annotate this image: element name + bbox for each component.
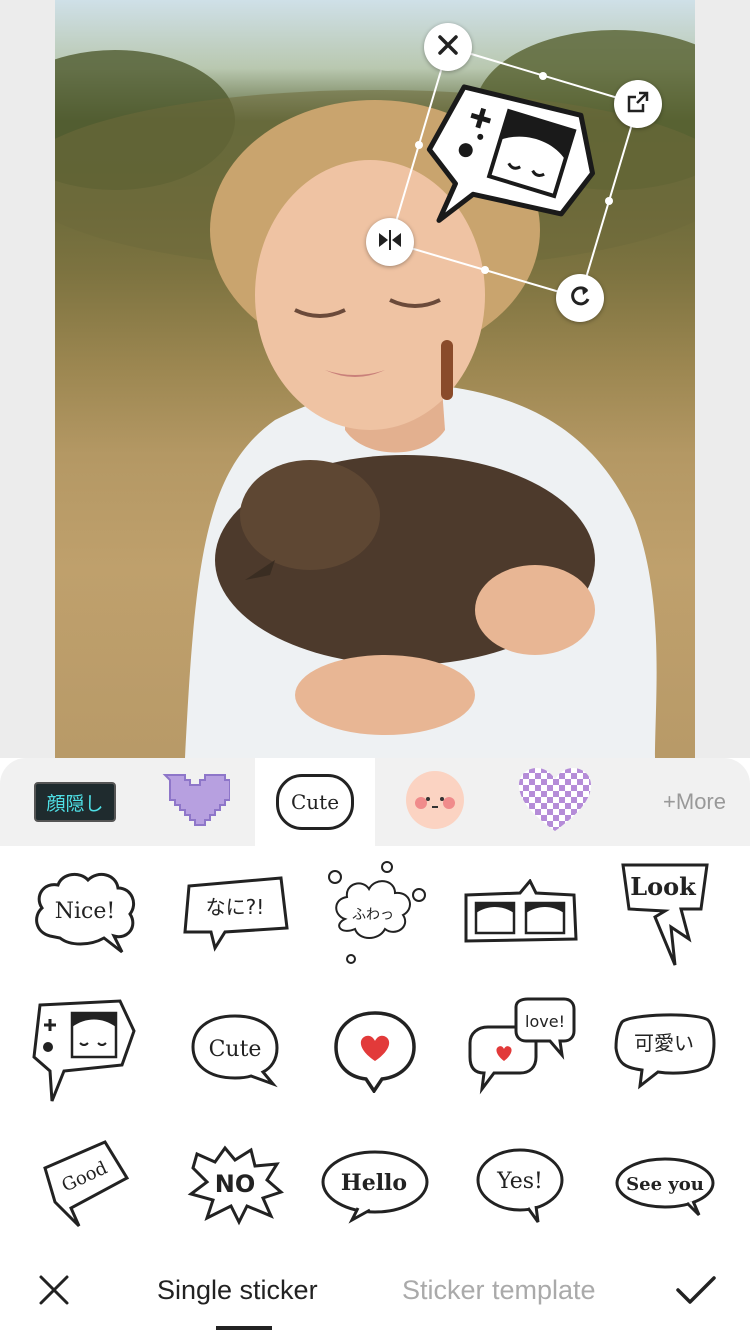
sticker-hello[interactable]: Hello [300,1118,450,1254]
external-resize-icon [626,90,650,119]
sticker-delete-button[interactable] [424,23,472,71]
category-face-hide[interactable]: 顔隠し [15,758,135,846]
edge-handle-right[interactable] [605,197,613,205]
sticker-kawaii[interactable]: 可愛い [590,982,740,1118]
sticker-yes[interactable]: Yes! [445,1118,595,1254]
svg-text:NO: NO [215,1170,256,1198]
edge-handle-bottom[interactable] [481,266,489,274]
bottom-toolbar: Single sticker Sticker template [0,1246,750,1334]
sticker-nice[interactable]: Nice! [10,846,160,982]
sticker-nani[interactable]: なに?! [160,846,310,982]
active-tab-indicator [216,1326,272,1330]
svg-text:Nice!: Nice! [55,899,115,924]
sticker-no[interactable]: NO [160,1118,310,1254]
svg-text:love!: love! [525,1012,565,1031]
svg-text:可愛い: 可愛い [634,1031,694,1055]
svg-text:Cute: Cute [209,1037,262,1062]
sticker-good[interactable]: Good [10,1118,160,1254]
category-checker-heart[interactable] [495,758,615,846]
cancel-button[interactable] [34,1272,74,1312]
svg-text:ふわっ: ふわっ [352,907,394,923]
close-icon [437,34,459,61]
sticker-fuwa[interactable]: ふわっ [300,846,450,982]
sticker-cute[interactable]: Cute [160,982,310,1118]
svg-text:See you: See you [626,1174,704,1195]
sticker-rotate-button[interactable] [556,274,604,322]
svg-text:Hello: Hello [341,1170,407,1196]
confirm-button[interactable] [674,1272,718,1312]
category-blush-face[interactable] [375,758,495,846]
sticker-two-faces[interactable] [445,846,595,982]
checkmark-icon [675,1274,717,1311]
sticker-see-you[interactable]: See you [590,1118,740,1254]
checker-heart-icon [517,767,593,838]
category-label-cute: Cute [290,790,340,814]
sticker-face-bubble[interactable] [10,982,160,1118]
blush-face-icon [404,769,466,836]
edge-handle-top[interactable] [539,72,547,80]
sticker-resize-button[interactable] [614,80,662,128]
category-label-face-hide: 顔隠し [46,792,104,815]
sticker-grid: Nice! なに?! ふわっ Look Cute love! 可愛い Good … [0,846,750,1256]
more-stickers-link[interactable]: +More [663,758,726,846]
edge-handle-left[interactable] [415,141,423,149]
sticker-category-bar: 顔隠し Cute +More [0,758,750,846]
category-pixel-heart[interactable] [135,758,255,846]
pixel-heart-icon [160,770,231,835]
sticker-face-bubble [426,84,596,223]
tab-single-sticker[interactable]: Single sticker [157,1246,318,1334]
sticker-look[interactable]: Look [590,846,740,982]
sticker-heart-bubble[interactable] [300,982,450,1118]
svg-text:Yes!: Yes! [496,1169,543,1194]
selected-sticker-overlay[interactable] [0,0,750,758]
category-cute[interactable]: Cute [255,758,375,846]
svg-text:なに?!: なに?! [206,895,265,919]
svg-text:Look: Look [630,872,697,901]
sticker-love[interactable]: love! [445,982,595,1118]
close-icon [38,1274,70,1311]
rotate-icon [567,283,593,314]
sticker-flip-button[interactable] [366,218,414,266]
editor-canvas [0,0,750,758]
flip-horizontal-icon [377,229,403,256]
tab-sticker-template[interactable]: Sticker template [402,1246,596,1334]
